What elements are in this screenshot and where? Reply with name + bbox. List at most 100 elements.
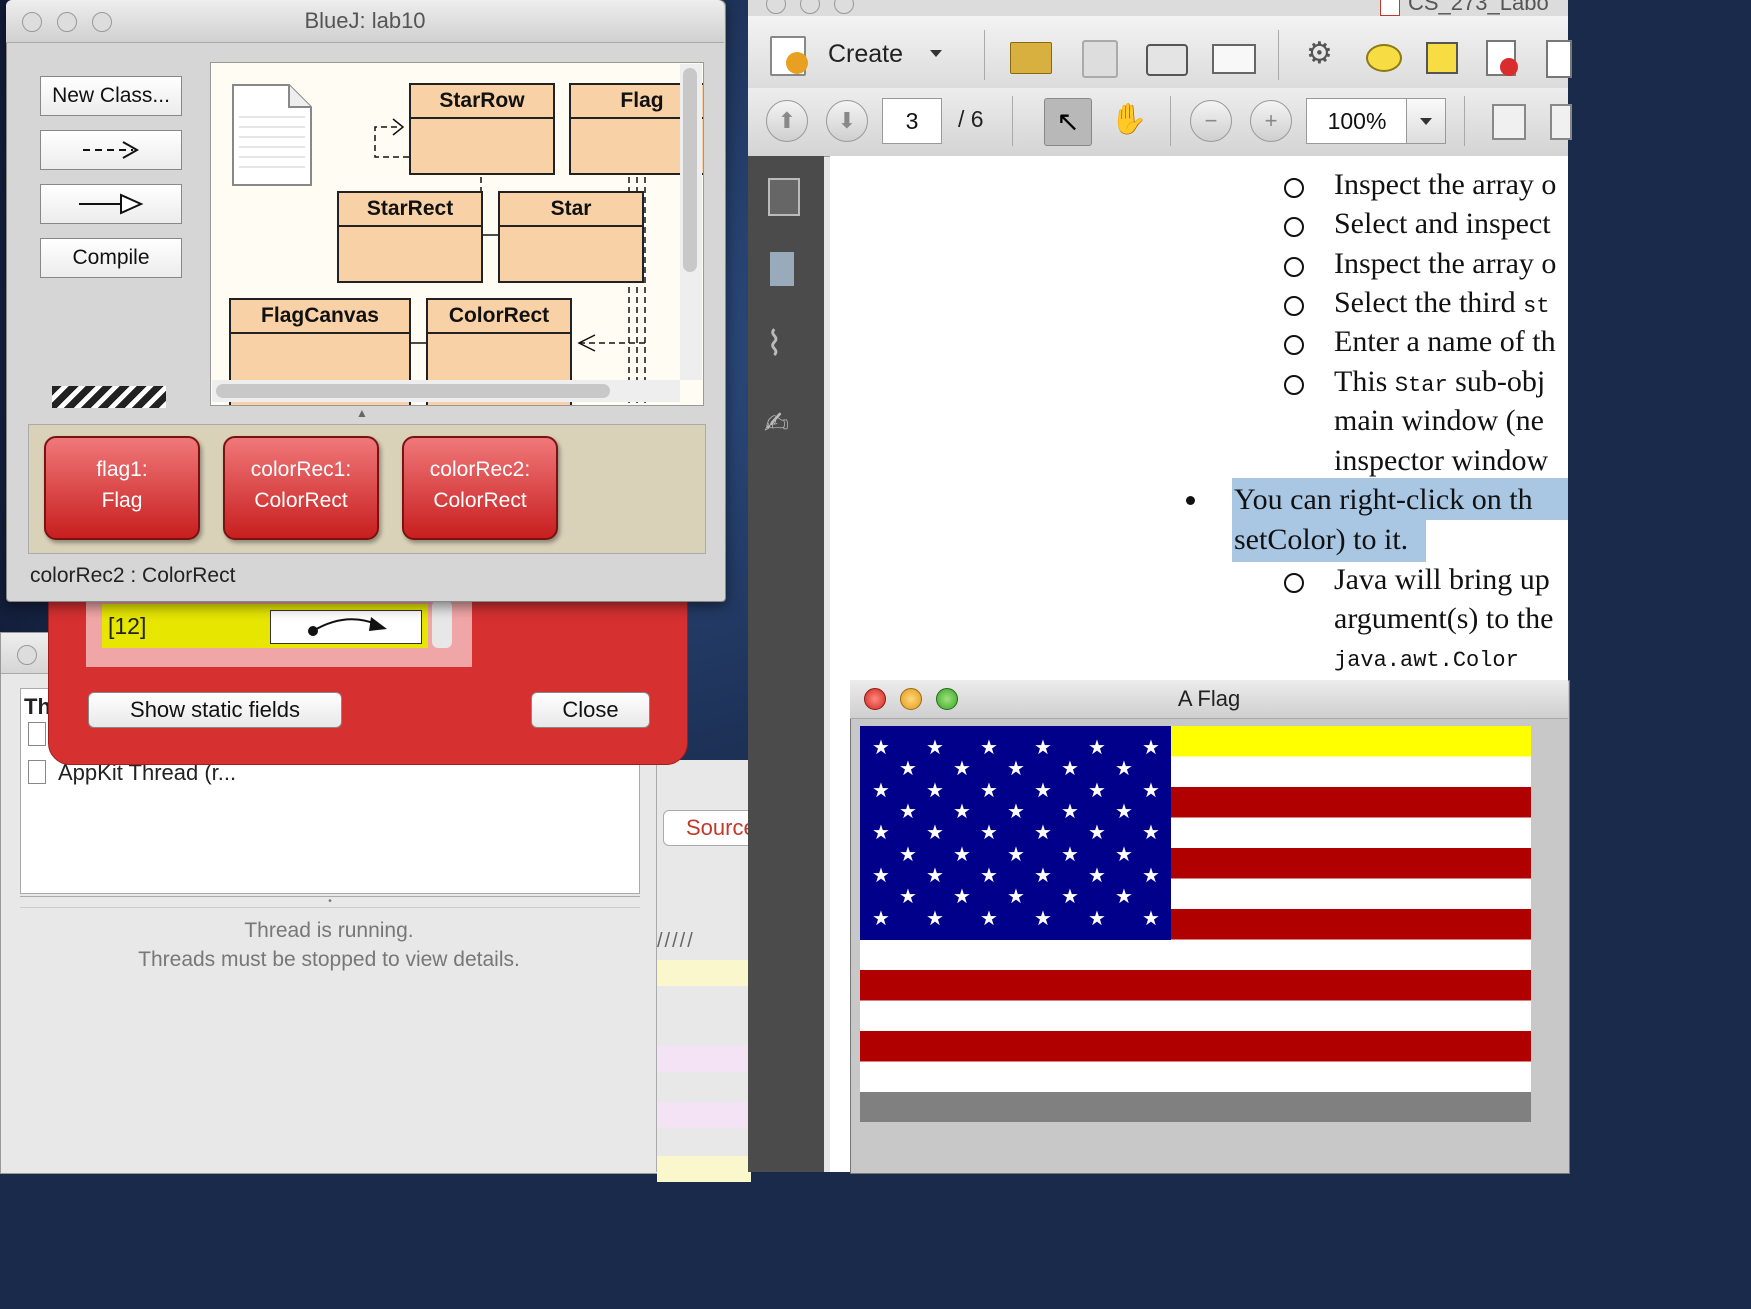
pdf-code-fragment: st bbox=[1523, 294, 1550, 319]
flag-star: ★ bbox=[1088, 820, 1106, 844]
next-page-icon[interactable]: ⬇ bbox=[826, 100, 868, 142]
create-pdf-icon[interactable] bbox=[770, 36, 808, 76]
flag-star: ★ bbox=[1034, 778, 1052, 802]
flag-star: ★ bbox=[1142, 906, 1160, 930]
object-reference-arrow[interactable] bbox=[270, 610, 422, 644]
pages-panel-icon[interactable] bbox=[768, 178, 800, 216]
minimize-window-light[interactable] bbox=[900, 688, 922, 710]
create-menu[interactable]: Create bbox=[828, 40, 903, 69]
hand-tool-icon[interactable]: ✋ bbox=[1110, 102, 1147, 137]
editor-line-highlight bbox=[657, 960, 751, 986]
diagram-vertical-scroll-thumb[interactable] bbox=[683, 68, 697, 272]
flag-star: ★ bbox=[1034, 820, 1052, 844]
flag-star: ★ bbox=[1088, 735, 1106, 759]
pdf-titlebar[interactable]: CS_273_Labo bbox=[748, 0, 1568, 16]
class-name: FlagCanvas bbox=[231, 300, 409, 334]
flag-stripe bbox=[860, 1061, 1531, 1093]
pdf-text-line[interactable]: setColor) to it. bbox=[1234, 523, 1408, 557]
object-colorrec1[interactable]: colorRec1: ColorRect bbox=[223, 436, 379, 540]
chevron-down-icon[interactable] bbox=[930, 50, 942, 57]
zoom-dropdown-button[interactable] bbox=[1406, 98, 1446, 144]
gear-icon[interactable]: ⚙ bbox=[1306, 36, 1333, 71]
zoom-in-icon[interactable]: + bbox=[1250, 100, 1292, 142]
editor-line-highlight bbox=[657, 1046, 751, 1072]
bluej-titlebar[interactable]: BlueJ: lab10 bbox=[6, 0, 724, 43]
object-name: flag1: bbox=[96, 458, 148, 481]
zoom-level-select[interactable]: 100% bbox=[1306, 98, 1408, 144]
object-colorrec2[interactable]: colorRec2: ColorRect bbox=[402, 436, 558, 540]
pdf-navigation-pane: ⌇ ✍ bbox=[748, 156, 824, 1172]
flag-star: ★ bbox=[980, 735, 998, 759]
flag-star: ★ bbox=[953, 799, 971, 823]
dependency-arrow-button[interactable] bbox=[40, 130, 182, 170]
class-star[interactable]: Star bbox=[498, 191, 644, 283]
inheritance-arrow-button[interactable] bbox=[40, 184, 182, 224]
page-number-input[interactable]: 3 bbox=[882, 98, 942, 144]
diagram-horizontal-scroll-thumb[interactable] bbox=[216, 384, 610, 398]
zoom-window-light[interactable] bbox=[834, 0, 854, 14]
delete-page-icon[interactable] bbox=[1486, 40, 1518, 76]
minimize-window-light[interactable] bbox=[800, 0, 820, 14]
dashed-arrow-icon bbox=[83, 141, 140, 159]
class-starrow[interactable]: StarRow bbox=[409, 83, 555, 175]
toolbar-separator bbox=[984, 30, 985, 80]
object-flag1[interactable]: flag1: Flag bbox=[44, 436, 200, 540]
flag-star: ★ bbox=[980, 778, 998, 802]
show-static-fields-button[interactable]: Show static fields bbox=[88, 692, 342, 728]
page-icon[interactable] bbox=[1546, 40, 1572, 78]
close-button[interactable]: Close bbox=[531, 692, 650, 728]
flag-star: ★ bbox=[953, 756, 971, 780]
list-bullet-circle bbox=[1284, 178, 1304, 198]
inheritance-arrow-icon bbox=[79, 193, 144, 215]
class-diagram[interactable]: StarRow Flag StarRect Star FlagCanvas Co… bbox=[210, 62, 704, 406]
flag-star: ★ bbox=[1007, 884, 1025, 908]
zoom-window-light[interactable] bbox=[936, 688, 958, 710]
toolbar-separator bbox=[1464, 96, 1465, 146]
flag-star: ★ bbox=[1142, 820, 1160, 844]
splitter-handle-icon[interactable]: ▲ bbox=[356, 406, 368, 420]
bookmark-icon[interactable] bbox=[770, 252, 794, 286]
flag-star: ★ bbox=[1088, 778, 1106, 802]
flag-star: ★ bbox=[872, 906, 890, 930]
signature-icon[interactable]: ✍ bbox=[764, 406, 789, 441]
new-class-button[interactable]: New Class... bbox=[40, 76, 182, 116]
save-icon[interactable] bbox=[1082, 40, 1118, 78]
close-window-light[interactable] bbox=[864, 688, 886, 710]
debugger-close-light[interactable] bbox=[17, 645, 37, 665]
class-starrect[interactable]: StarRect bbox=[337, 191, 483, 283]
attachment-icon[interactable]: ⌇ bbox=[766, 324, 783, 364]
status-bar: colorRec2 : ColorRect bbox=[30, 564, 236, 587]
flag-star: ★ bbox=[1115, 884, 1133, 908]
pdf-text-line: main window (ne bbox=[1334, 404, 1544, 437]
zoom-out-icon[interactable]: − bbox=[1190, 100, 1232, 142]
close-window-light[interactable] bbox=[22, 12, 42, 32]
email-icon[interactable] bbox=[1212, 44, 1256, 74]
pdf-toolbar-main: Create ⚙ bbox=[748, 16, 1572, 89]
pdf-toolbar-navigation: ⬆ ⬇ 3 / 6 ↖ ✋ − + 100% bbox=[748, 88, 1572, 157]
compile-button[interactable]: Compile bbox=[40, 238, 182, 278]
comment-icon[interactable] bbox=[1366, 44, 1402, 72]
print-icon[interactable] bbox=[1146, 44, 1188, 76]
flag-star: ★ bbox=[1115, 799, 1133, 823]
flag-star: ★ bbox=[926, 778, 944, 802]
flag-star: ★ bbox=[899, 842, 917, 866]
flag-star: ★ bbox=[926, 906, 944, 930]
previous-page-icon[interactable]: ⬆ bbox=[766, 100, 808, 142]
pdf-text-line[interactable]: You can right-click on th bbox=[1234, 483, 1533, 517]
open-folder-icon[interactable] bbox=[1010, 42, 1052, 74]
flag-stripe bbox=[860, 970, 1531, 1001]
close-window-light[interactable] bbox=[766, 0, 786, 14]
fit-page-icon[interactable] bbox=[1492, 104, 1526, 140]
zoom-window-light[interactable] bbox=[92, 12, 112, 32]
flag-star: ★ bbox=[953, 842, 971, 866]
list-bullet-circle bbox=[1284, 296, 1304, 316]
reference-arrow-icon bbox=[308, 617, 387, 636]
select-tool-icon[interactable]: ↖ bbox=[1044, 98, 1092, 146]
split-pane-divider[interactable]: • bbox=[20, 896, 640, 908]
inspector-scrollbar[interactable] bbox=[432, 600, 452, 648]
fit-width-icon[interactable] bbox=[1550, 104, 1572, 140]
minimize-window-light[interactable] bbox=[57, 12, 77, 32]
flag-star: ★ bbox=[872, 735, 890, 759]
pdf-file-icon bbox=[1380, 0, 1400, 16]
highlight-text-icon[interactable] bbox=[1426, 42, 1458, 74]
